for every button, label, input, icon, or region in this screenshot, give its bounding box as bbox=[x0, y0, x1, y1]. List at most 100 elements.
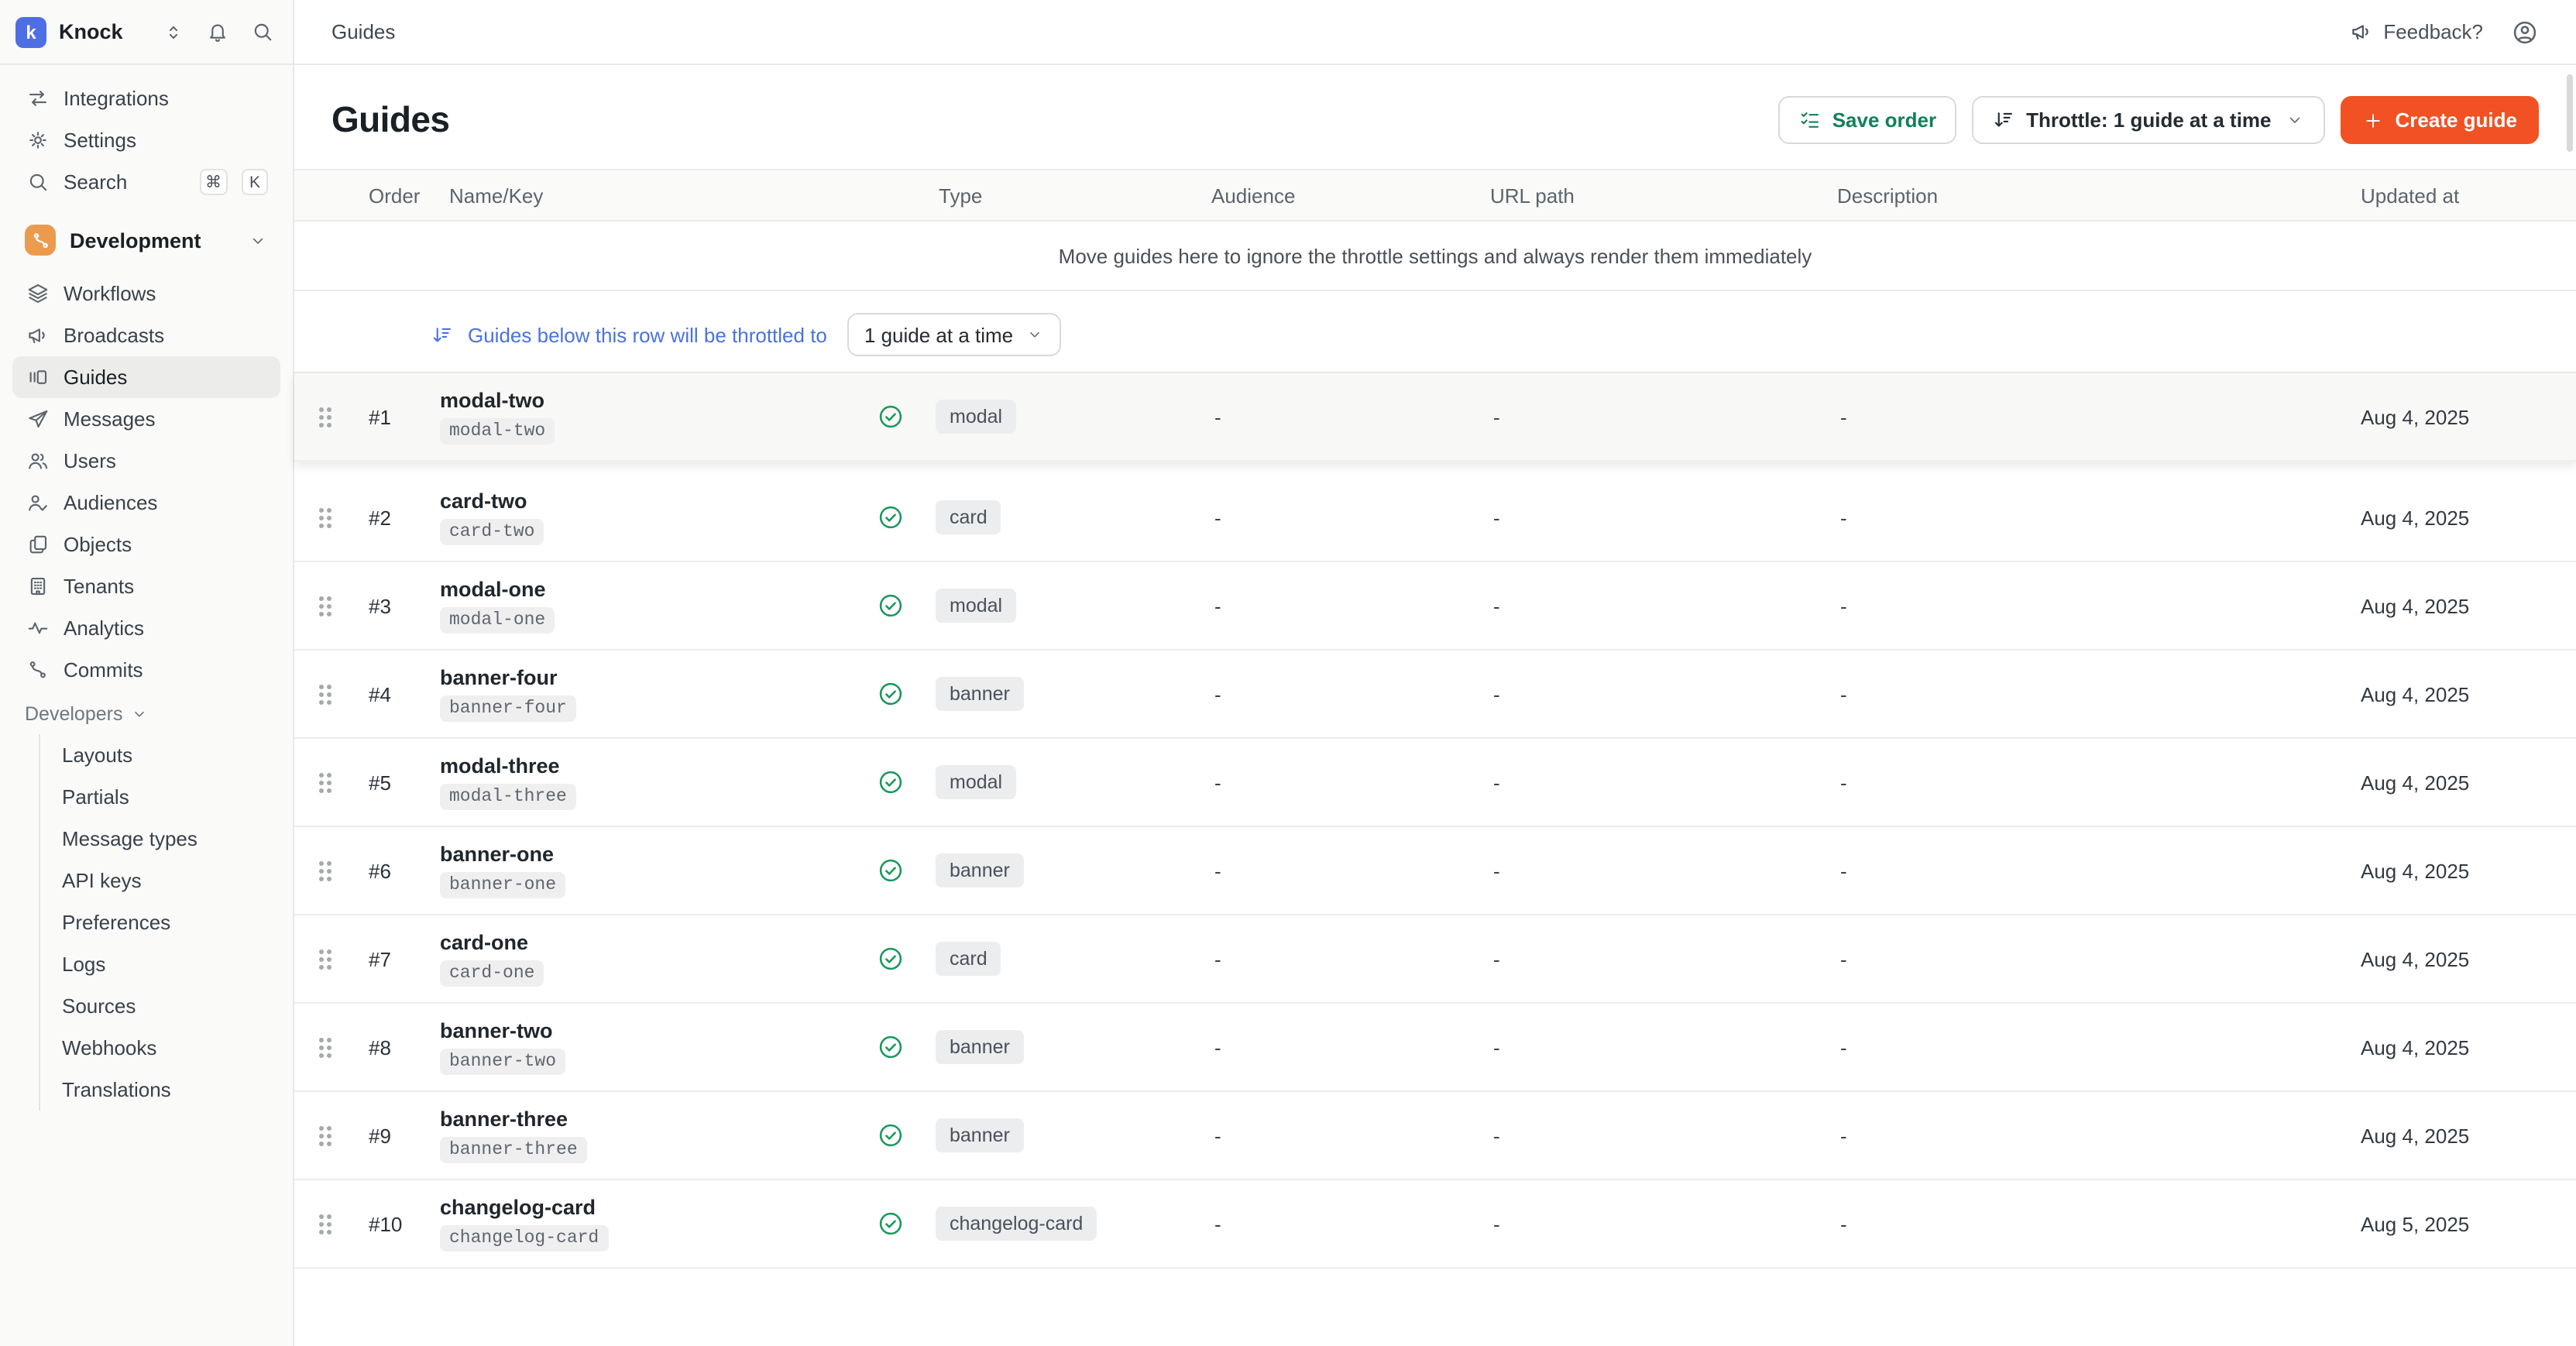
sidebar-item-objects[interactable]: Objects bbox=[12, 524, 280, 565]
feedback-button[interactable]: Feedback? bbox=[2349, 20, 2483, 43]
sidebar-item-broadcasts[interactable]: Broadcasts bbox=[12, 314, 280, 356]
sidebar-item-webhooks[interactable]: Webhooks bbox=[50, 1027, 280, 1069]
status-active-icon bbox=[877, 768, 929, 796]
page-header: Guides Save order Throttle: 1 guide at a… bbox=[294, 65, 2576, 169]
brand-name: Knock bbox=[59, 20, 141, 43]
throttle-count-value: 1 guide at a time bbox=[864, 323, 1013, 346]
name-key-cell: modal-twomodal-two bbox=[440, 389, 877, 445]
drag-handle-icon[interactable] bbox=[319, 949, 341, 969]
type-cell: changelog-card bbox=[929, 1207, 1190, 1241]
save-order-label: Save order bbox=[1832, 108, 1936, 132]
throttle-dropdown-button[interactable]: Throttle: 1 guide at a time bbox=[1972, 96, 2325, 144]
workspace-switcher-button[interactable] bbox=[163, 21, 184, 43]
table-row[interactable]: #3 modal-onemodal-one modal - - - Aug 4,… bbox=[294, 562, 2576, 651]
drag-handle-icon[interactable] bbox=[319, 407, 341, 427]
workspace-selector[interactable]: Development bbox=[12, 217, 280, 263]
description-cell: - bbox=[1815, 771, 2342, 794]
table-row[interactable]: #7 card-onecard-one card - - - Aug 4, 20… bbox=[294, 915, 2576, 1004]
search-button[interactable] bbox=[251, 20, 274, 43]
table-row[interactable]: #9 banner-threebanner-three banner - - -… bbox=[294, 1092, 2576, 1180]
sidebar-item-settings[interactable]: Settings bbox=[12, 119, 280, 161]
table-row[interactable]: #2 card-twocard-two card - - - Aug 4, 20… bbox=[294, 474, 2576, 562]
megaphone-icon bbox=[2349, 20, 2372, 43]
sidebar-item-label: Commits bbox=[64, 658, 143, 682]
sidebar-item-api-keys[interactable]: API keys bbox=[50, 860, 280, 901]
pulse-icon bbox=[25, 616, 50, 640]
gear-icon bbox=[25, 129, 50, 152]
drag-handle-icon[interactable] bbox=[319, 684, 341, 704]
sidebar-item-guides[interactable]: Guides bbox=[12, 356, 280, 398]
sidebar-item-analytics[interactable]: Analytics bbox=[12, 607, 280, 649]
sidebar-item-logs[interactable]: Logs bbox=[50, 943, 280, 985]
sidebar-item-integrations[interactable]: Integrations bbox=[12, 77, 280, 119]
workspace-name: Development bbox=[70, 228, 234, 252]
type-cell: modal bbox=[929, 765, 1190, 799]
order-cell: #3 bbox=[359, 594, 440, 617]
sidebar-item-commits[interactable]: Commits bbox=[12, 649, 280, 691]
create-guide-label: Create guide bbox=[2396, 108, 2518, 132]
sidebar-item-label: Partials bbox=[62, 785, 129, 809]
drag-handle-icon[interactable] bbox=[319, 1214, 341, 1234]
table-row[interactable]: #5 modal-threemodal-three modal - - - Au… bbox=[294, 739, 2576, 827]
guide-key-badge: modal-one bbox=[440, 607, 555, 634]
sidebar-item-partials[interactable]: Partials bbox=[50, 776, 280, 818]
sidebar-item-search[interactable]: Search ⌘ K bbox=[12, 161, 280, 203]
drag-handle-icon[interactable] bbox=[319, 860, 341, 881]
chevron-down-icon bbox=[248, 230, 268, 250]
save-order-button[interactable]: Save order bbox=[1778, 96, 1956, 144]
drag-handle-icon[interactable] bbox=[319, 507, 341, 527]
sidebar-item-sources[interactable]: Sources bbox=[50, 985, 280, 1027]
sidebar-item-layouts[interactable]: Layouts bbox=[50, 734, 280, 776]
developers-section-toggle[interactable]: Developers bbox=[12, 694, 280, 734]
sidebar-item-users[interactable]: Users bbox=[12, 440, 280, 482]
type-cell: modal bbox=[929, 400, 1190, 434]
create-guide-button[interactable]: Create guide bbox=[2341, 96, 2540, 144]
url-path-cell: - bbox=[1468, 859, 1815, 882]
sidebar-item-label: API keys bbox=[62, 869, 142, 892]
column-header-type: Type bbox=[929, 184, 1190, 207]
drag-handle-icon[interactable] bbox=[319, 596, 341, 616]
sidebar-item-translations[interactable]: Translations bbox=[50, 1069, 280, 1111]
sidebar-item-label: Guides bbox=[64, 366, 127, 389]
sidebar-item-tenants[interactable]: Tenants bbox=[12, 565, 280, 607]
account-menu-button[interactable] bbox=[2511, 18, 2539, 46]
sidebar-item-label: Users bbox=[64, 449, 116, 472]
paper-plane-icon bbox=[25, 407, 50, 431]
table-row[interactable]: #8 banner-twobanner-two banner - - - Aug… bbox=[294, 1004, 2576, 1092]
updated-at-cell: Aug 4, 2025 bbox=[2342, 405, 2551, 428]
table-row[interactable]: #10 changelog-cardchangelog-card changel… bbox=[294, 1180, 2576, 1269]
sidebar-item-preferences[interactable]: Preferences bbox=[50, 901, 280, 943]
type-badge: banner bbox=[936, 853, 1024, 888]
guide-name: card-one bbox=[440, 931, 528, 954]
drag-handle-icon[interactable] bbox=[319, 772, 341, 792]
url-path-cell: - bbox=[1468, 682, 1815, 706]
sidebar-item-label: Broadcasts bbox=[64, 324, 164, 347]
sidebar-item-workflows[interactable]: Workflows bbox=[12, 273, 280, 314]
drag-handle-icon[interactable] bbox=[319, 1125, 341, 1145]
updated-at-cell: Aug 4, 2025 bbox=[2342, 947, 2551, 970]
table-row[interactable]: #6 banner-onebanner-one banner - - - Aug… bbox=[294, 827, 2576, 915]
main-area: Guides Feedback? Guides Save order Thro bbox=[294, 0, 2576, 1346]
sidebar-item-label: Messages bbox=[64, 407, 156, 431]
sidebar-item-audiences[interactable]: Audiences bbox=[12, 482, 280, 524]
drag-handle-icon[interactable] bbox=[319, 1037, 341, 1057]
sidebar-item-message-types[interactable]: Message types bbox=[50, 818, 280, 860]
table-row[interactable]: #1 modal-twomodal-two modal - - - Aug 4,… bbox=[294, 373, 2576, 462]
copy-icon bbox=[25, 533, 50, 556]
sidebar-item-label: Tenants bbox=[64, 575, 134, 598]
table-row[interactable]: #4 banner-fourbanner-four banner - - - A… bbox=[294, 651, 2576, 739]
scrollbar-thumb[interactable] bbox=[2567, 74, 2573, 152]
url-path-cell: - bbox=[1468, 594, 1815, 617]
throttle-divider-link[interactable]: Guides below this row will be throttled … bbox=[468, 323, 827, 346]
guide-name: banner-four bbox=[440, 666, 558, 689]
throttle-count-select[interactable]: 1 guide at a time bbox=[847, 313, 1061, 356]
breadcrumb: Guides bbox=[331, 20, 395, 43]
notifications-button[interactable] bbox=[206, 20, 229, 43]
unthrottled-dropzone[interactable]: Move guides here to ignore the throttle … bbox=[294, 221, 2576, 291]
audience-cell: - bbox=[1190, 405, 1468, 428]
sidebar-item-label: Integrations bbox=[64, 87, 169, 110]
column-header-order: Order bbox=[359, 184, 440, 207]
type-badge: banner bbox=[936, 1118, 1024, 1152]
url-path-cell: - bbox=[1468, 947, 1815, 970]
sidebar-item-messages[interactable]: Messages bbox=[12, 398, 280, 440]
